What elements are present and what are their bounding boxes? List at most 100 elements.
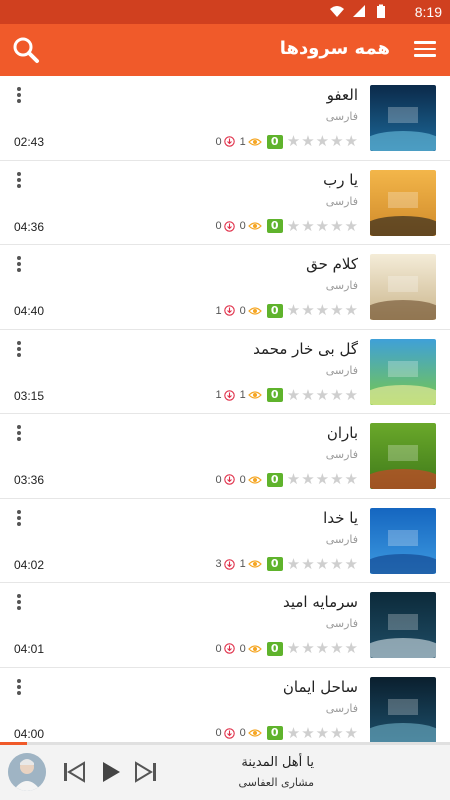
- star-icon: ★: [315, 470, 330, 488]
- star-icon: ★: [315, 554, 330, 573]
- rating-stars[interactable]: ★ ★ ★ ★ ★: [286, 216, 358, 235]
- star-icon: ★: [344, 132, 358, 150]
- rating-stars[interactable]: ★ ★ ★ ★ ★: [287, 641, 358, 656]
- song-duration: 04:40: [14, 304, 45, 318]
- song-duration: 04:01: [14, 642, 45, 656]
- more-options-button[interactable]: [14, 678, 24, 696]
- song-thumbnail: [370, 507, 436, 574]
- rating-stars[interactable]: ★ ★ ★ ★ ★: [286, 554, 358, 573]
- star-icon: ★: [301, 470, 315, 488]
- star-icon: ★: [344, 216, 358, 235]
- more-options-button[interactable]: [14, 340, 24, 358]
- song-list: العفو فارسی 02:43 0 1 0 ★ ★ ★ ★ ★ یا رب …: [0, 76, 450, 742]
- song-thumbnail: [370, 423, 436, 489]
- star-icon: ★: [315, 639, 330, 657]
- star-icon: ★: [286, 132, 301, 150]
- song-language: فارسی: [325, 194, 358, 208]
- star-icon: ★: [344, 723, 358, 742]
- song-row[interactable]: یا رب فارسی 04:36 0 0 0 ★ ★ ★ ★ ★: [0, 160, 450, 245]
- views-stat: 0: [240, 643, 262, 655]
- rating-stars[interactable]: ★ ★ ★ ★ ★: [287, 134, 358, 149]
- song-language: فارسی: [325, 279, 358, 292]
- menu-button[interactable]: [414, 38, 436, 60]
- more-options-button[interactable]: [14, 86, 24, 104]
- star-icon: ★: [344, 470, 358, 488]
- song-thumbnail: [370, 254, 436, 320]
- song-thumbnail: [370, 676, 436, 742]
- star-icon: ★: [344, 385, 358, 404]
- star-icon: ★: [286, 216, 301, 235]
- skip-next-button[interactable]: [132, 758, 160, 786]
- downloads-stat: 1: [215, 389, 235, 401]
- view-count: 0: [239, 304, 246, 317]
- more-options-button[interactable]: [14, 171, 24, 189]
- star-icon: ★: [330, 301, 344, 319]
- star-icon: ★: [301, 723, 315, 742]
- rating-badge: 0: [266, 472, 283, 487]
- star-icon: ★: [344, 301, 358, 319]
- star-icon: ★: [301, 385, 315, 404]
- song-stats: 3 1 0 ★ ★ ★ ★ ★: [215, 554, 358, 573]
- clock: 8:19: [414, 4, 442, 20]
- download-icon: [223, 305, 235, 316]
- now-playing-title: يا أهل المدينة: [241, 755, 314, 770]
- download-count: 3: [215, 558, 222, 570]
- star-icon: ★: [330, 639, 344, 657]
- song-stats: 0 0 0 ★ ★ ★ ★ ★: [215, 472, 358, 487]
- song-row[interactable]: باران فارسی 03:36 0 0 0 ★ ★ ★ ★ ★: [0, 414, 450, 499]
- song-row[interactable]: سرمایه امید فارسی 04:01 0 0 0 ★ ★ ★ ★ ★: [0, 583, 450, 668]
- song-title: گل بی خار محمد: [253, 339, 358, 358]
- eye-icon: [247, 475, 262, 484]
- rating-stars[interactable]: ★ ★ ★ ★ ★: [287, 303, 358, 318]
- view-count: 0: [239, 727, 246, 739]
- star-icon: ★: [286, 385, 301, 404]
- song-row[interactable]: العفو فارسی 02:43 0 1 0 ★ ★ ★ ★ ★: [0, 76, 450, 161]
- song-row[interactable]: کلام حق فارسی 04:40 1 0 0 ★ ★ ★ ★ ★: [0, 245, 450, 330]
- views-stat: 1: [240, 558, 262, 570]
- song-duration: 03:36: [14, 473, 45, 487]
- song-language: فارسی: [325, 110, 358, 123]
- battery-icon: [377, 4, 385, 18]
- eye-icon: [247, 729, 262, 737]
- views-stat: 1: [240, 136, 262, 148]
- song-language: فارسی: [325, 448, 358, 461]
- skip-previous-button[interactable]: [60, 758, 88, 786]
- star-icon: ★: [344, 554, 358, 573]
- song-row[interactable]: ساحل ایمان فارسی 04:00 0 0 0 ★ ★ ★ ★ ★: [0, 667, 450, 742]
- rating-badge: 0: [266, 303, 283, 318]
- rating-stars[interactable]: ★ ★ ★ ★ ★: [287, 472, 358, 487]
- song-duration: 04:02: [14, 557, 45, 572]
- song-title: یا خدا: [323, 508, 358, 527]
- song-stats: 1 0 0 ★ ★ ★ ★ ★: [215, 303, 358, 318]
- rating-stars[interactable]: ★ ★ ★ ★ ★: [287, 723, 358, 742]
- more-options-button[interactable]: [14, 593, 24, 611]
- star-icon: ★: [286, 554, 301, 573]
- song-language: فارسی: [325, 617, 358, 630]
- view-count: 0: [239, 220, 246, 232]
- song-thumbnail: [370, 592, 436, 658]
- mini-player[interactable]: يا أهل المدينة مشاری العفاسی: [0, 745, 450, 800]
- menu-icon: [414, 41, 436, 44]
- song-title: العفو: [326, 86, 358, 104]
- download-count: 0: [215, 473, 222, 486]
- search-button[interactable]: [12, 36, 40, 64]
- star-icon: ★: [330, 470, 344, 488]
- song-thumbnail: [370, 85, 436, 151]
- song-row[interactable]: گل بی خار محمد فارسی 03:15 1 1 0 ★★★★: [0, 329, 450, 414]
- more-options-button[interactable]: [14, 509, 24, 527]
- wifi-icon: [330, 6, 344, 17]
- views-stat: 0: [240, 305, 262, 317]
- download-count: 1: [215, 389, 222, 401]
- play-button[interactable]: [96, 758, 124, 786]
- more-options-button[interactable]: [14, 255, 24, 273]
- rating-stars[interactable]: ★ ★ ★ ★ ★: [286, 385, 358, 404]
- downloads-stat: 3: [215, 558, 235, 570]
- star-icon: ★: [315, 723, 330, 742]
- song-stats: 0 0 0 ★ ★ ★ ★ ★: [215, 216, 358, 235]
- more-options-button[interactable]: [14, 424, 24, 442]
- song-title: باران: [326, 424, 358, 442]
- rating-badge: 0: [266, 641, 283, 656]
- song-language: فارسی: [325, 532, 358, 546]
- song-row[interactable]: یا خدا فارسی 04:02 3 1 0 ★ ★ ★ ★ ★: [0, 498, 450, 583]
- song-language: فارسی: [325, 701, 358, 715]
